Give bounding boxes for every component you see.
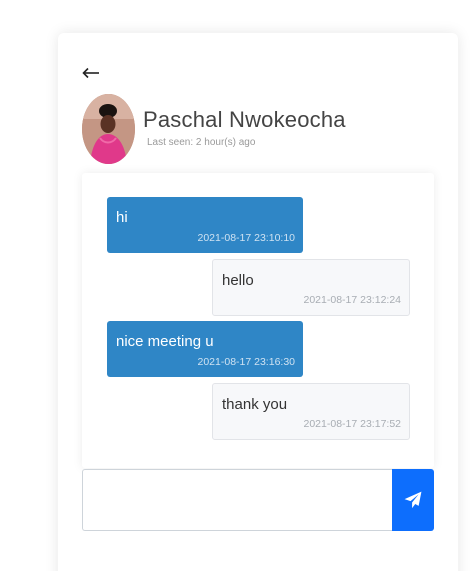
message-input[interactable] [82,469,392,531]
message-bubble-received: thank you 2021-08-17 23:17:52 [212,383,410,440]
message-bubble-sent: hi 2021-08-17 23:10:10 [107,197,303,253]
back-button[interactable] [82,67,104,87]
message-text: hi [116,209,128,226]
message-list[interactable]: hi 2021-08-17 23:10:10 hello 2021-08-17 … [82,173,434,468]
contact-photo [82,94,135,164]
last-seen-status: Last seen: 2 hour(s) ago [147,137,256,148]
message-timestamp: 2021-08-17 23:10:10 [197,232,296,244]
paper-plane-icon [404,491,422,509]
chat-card: Paschal Nwokeocha Last seen: 2 hour(s) a… [58,33,458,571]
contact-name: Paschal Nwokeocha [143,107,346,132]
message-composer [82,469,434,531]
left-arrow-icon [82,67,99,79]
message-text: nice meeting u [116,333,214,350]
message-bubble-received: hello 2021-08-17 23:12:24 [212,259,410,316]
message-timestamp: 2021-08-17 23:12:24 [303,294,402,306]
message-text: hello [222,272,254,289]
message-text: thank you [222,396,288,413]
message-timestamp: 2021-08-17 23:17:52 [303,418,402,430]
avatar [82,94,135,164]
message-bubble-sent: nice meeting u 2021-08-17 23:16:30 [107,321,303,377]
send-button[interactable] [392,469,434,531]
message-timestamp: 2021-08-17 23:16:30 [197,356,296,368]
